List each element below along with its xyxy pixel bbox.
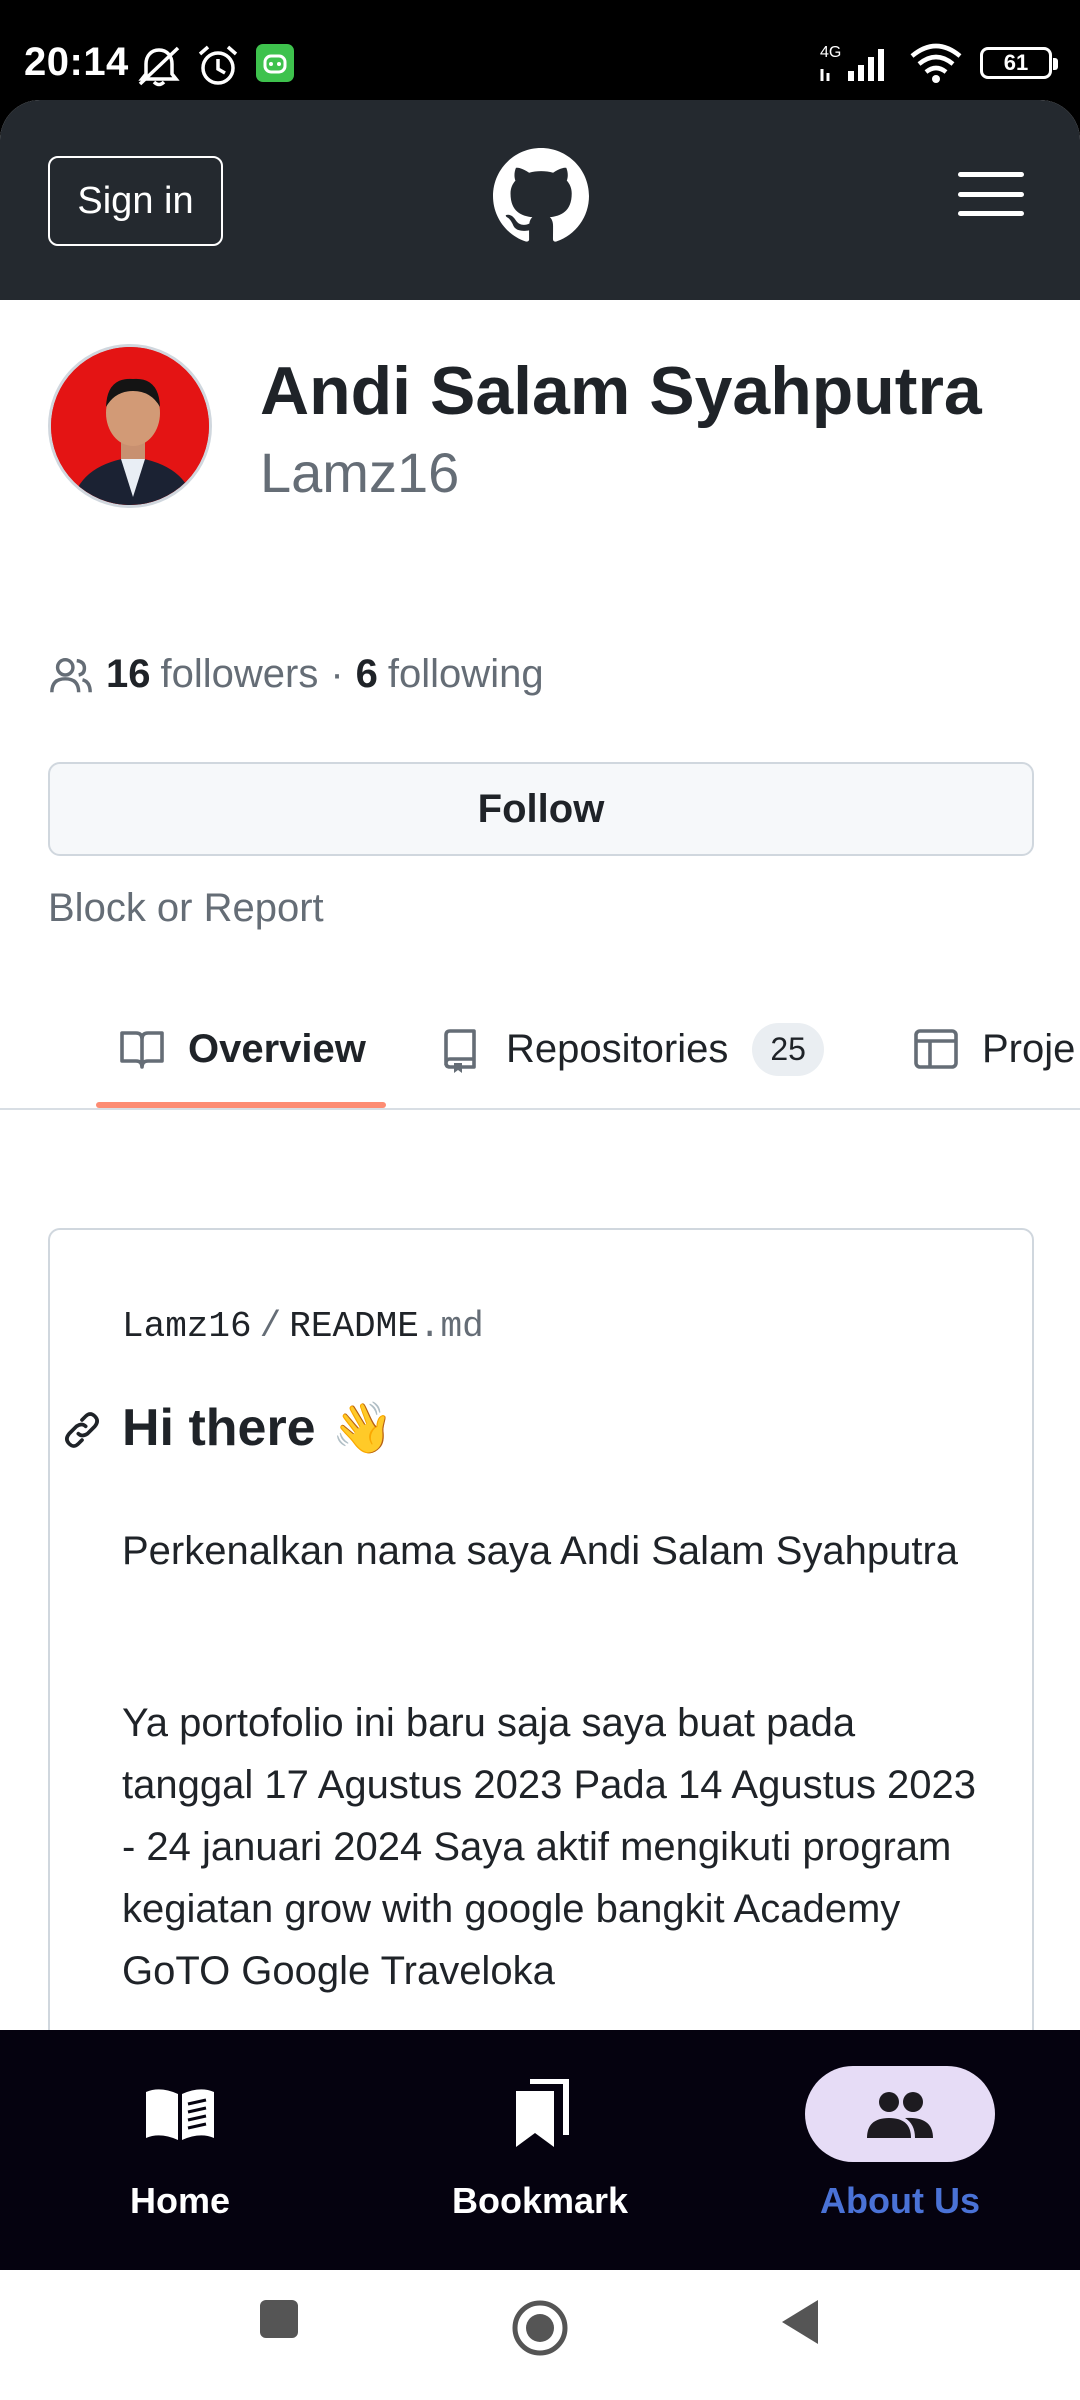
nav-item-home[interactable]: Home [0,2030,360,2270]
battery-icon: 61 [980,47,1058,79]
table-icon [914,1029,958,1069]
path-separator: / [259,1306,282,1347]
recent-apps-icon[interactable] [258,2298,300,2340]
profile-username: Lamz16 [260,441,460,504]
github-logo-icon[interactable] [493,148,589,244]
nav-pill-active [805,2066,995,2162]
readme-owner: Lamz16 [122,1306,252,1347]
tab-projects[interactable]: Proje [912,990,1075,1108]
tab-repositories[interactable]: Repositories 25 [436,990,824,1108]
readme-paragraph-1: Perkenalkan nama saya Andi Salam Syahput… [122,1529,959,1573]
tab-label: Repositories [506,1026,729,1071]
status-time: 20:14 [24,40,129,84]
wifi-icon [910,43,962,83]
back-triangle-icon[interactable] [778,2298,822,2346]
following-count[interactable]: 6 [356,652,378,697]
signal-icon: 4G [820,44,884,81]
tab-label: Proje [982,1026,1076,1071]
nav-label: Bookmark [451,2180,629,2221]
follow-stats: 16 followers · 6 following [48,652,544,697]
readme-paragraph-2: Ya portofolio ini baru saja saya buat pa… [122,1701,977,1993]
wave-emoji: 👋 [331,1399,394,1456]
people-icon [50,657,92,692]
nav-pill [445,2066,635,2162]
system-navigation-bar [0,2270,1080,2400]
nav-label: Home [129,2180,231,2221]
avatar[interactable] [48,344,212,508]
following-link[interactable]: following [388,652,544,697]
nav-item-bookmark[interactable]: Bookmark [360,2030,720,2270]
people-icon [867,2092,933,2138]
hamburger-menu-icon[interactable] [958,172,1024,216]
readme-heading-text: Hi there [122,1399,316,1457]
alarm-icon [198,45,238,85]
readme-filename: README [289,1306,419,1347]
github-header: Sign in [0,100,1080,300]
followers-count[interactable]: 16 [106,652,151,697]
readme-extension: .md [418,1306,484,1347]
active-tab-indicator [96,1102,386,1108]
android-app-icon [256,44,294,82]
follow-button[interactable]: Follow [48,762,1034,856]
readme-path[interactable]: Lamz16/README.md [122,1306,484,1347]
app-window: Sign in Andi Salam Syahputra Lamz16 16 f… [0,100,1080,2030]
network-type: 4G [820,44,841,61]
link-icon[interactable] [60,1408,104,1452]
avatar-photo [51,347,209,505]
block-or-report-link[interactable]: Block or Report [48,886,324,931]
followers-link[interactable]: followers [161,652,319,697]
status-bar: 20:14 4G 61 [0,0,1080,100]
repo-icon [444,1029,476,1073]
tab-overview[interactable]: Overview [118,990,366,1108]
tab-label: Overview [188,1026,366,1071]
sign-in-button[interactable]: Sign in [48,156,223,246]
stats-separator: · [330,652,344,696]
bookmark-icon [516,2079,569,2147]
profile-full-name: Andi Salam Syahputra [260,353,982,429]
repositories-count-badge: 25 [752,1022,824,1076]
book-open-icon [146,2089,214,2140]
book-icon [120,1031,164,1069]
nav-pill [85,2066,275,2162]
bottom-navigation: Home Bookmark About Us [0,2030,1080,2270]
profile-page: Andi Salam Syahputra Lamz16 16 followers… [0,300,1080,2030]
battery-level: 61 [1003,50,1029,75]
readme-card: Lamz16/README.md Hi there 👋 Perkenalkan … [48,1228,1034,2030]
nav-label: About Us [820,2180,980,2221]
nav-item-about-us[interactable]: About Us [720,2030,1080,2270]
home-circle-icon[interactable] [510,2298,570,2358]
readme-heading: Hi there 👋 [122,1398,394,1458]
profile-tabs: Overview Repositories 25 Proje [0,990,1080,1110]
mute-bell-icon [138,46,180,87]
